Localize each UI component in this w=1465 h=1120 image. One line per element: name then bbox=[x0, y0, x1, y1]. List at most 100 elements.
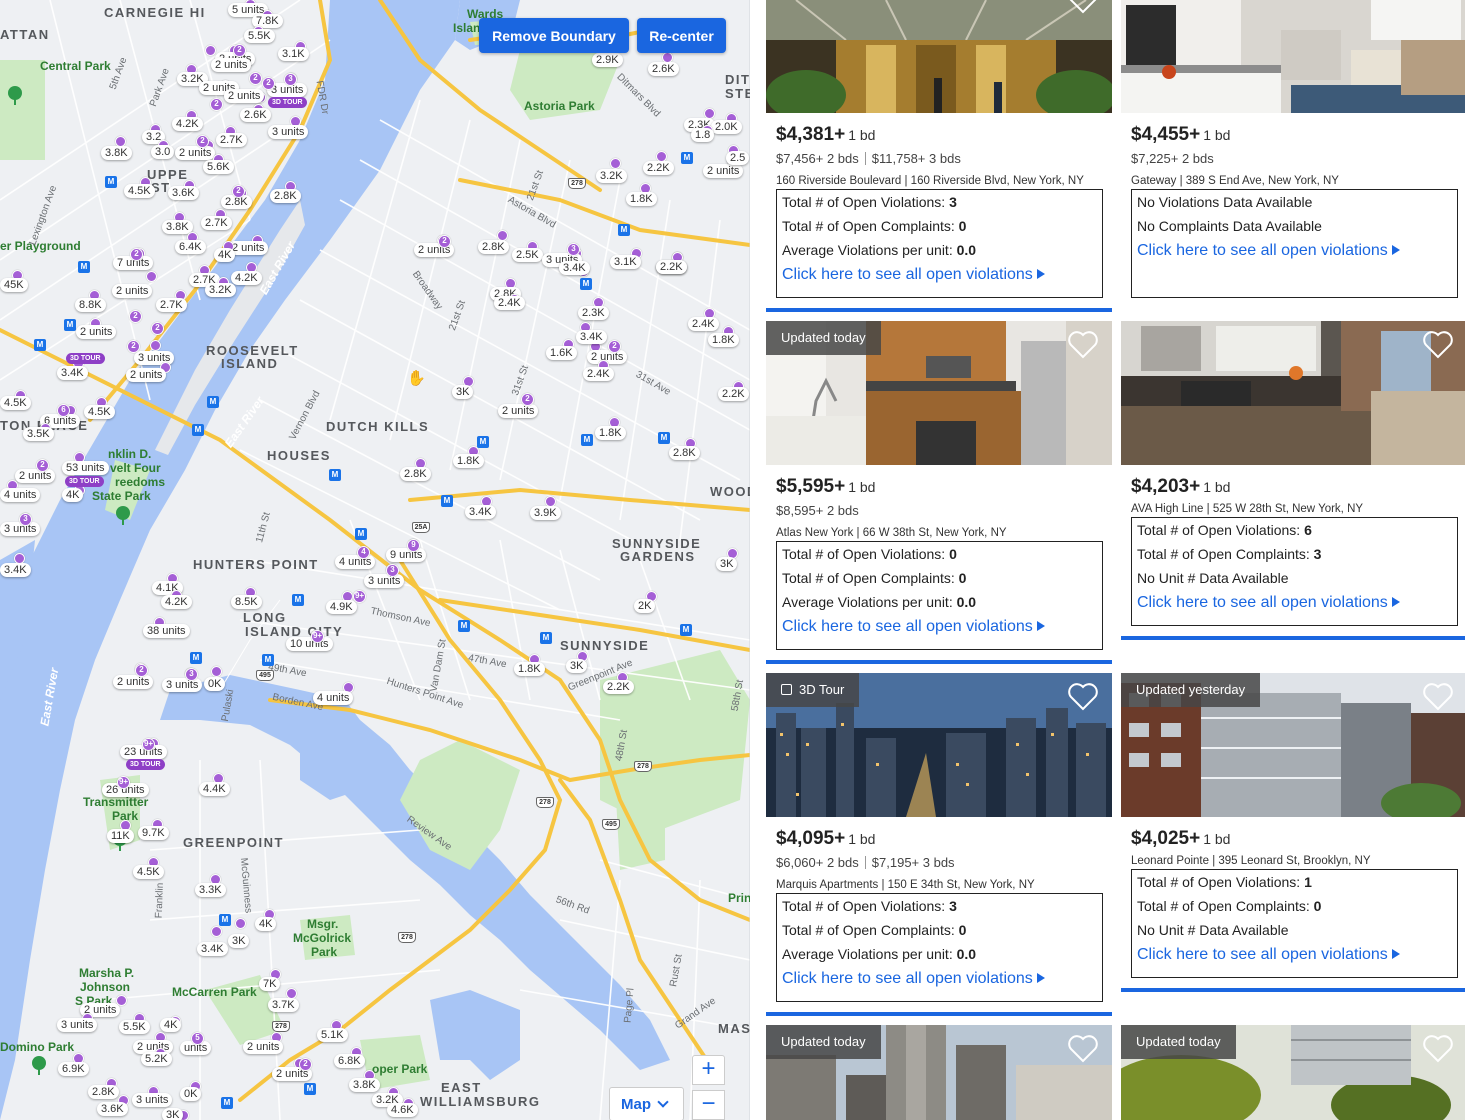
listing-marker-label[interactable]: 0K bbox=[180, 1087, 202, 1101]
listing-pin[interactable] bbox=[146, 271, 157, 282]
cluster-pin[interactable]: 9+ bbox=[353, 590, 366, 603]
listing-marker-label[interactable]: 9.7K bbox=[138, 826, 169, 840]
listing-marker-label[interactable]: 2 units bbox=[703, 164, 744, 178]
listing-marker-label[interactable]: 3.4K bbox=[465, 505, 496, 519]
listing-marker-label[interactable]: 3.4K bbox=[559, 261, 590, 275]
listing-marker-label[interactable]: 6.8K bbox=[334, 1054, 365, 1068]
see-violations-link[interactable]: Click here to see all open violations bbox=[1137, 592, 1452, 616]
listing-address[interactable]: Leonard Pointe | 395 Leonard St, Brookly… bbox=[1131, 855, 1461, 867]
listing-marker-label[interactable]: 3.7K bbox=[268, 998, 299, 1012]
favorite-heart-icon[interactable] bbox=[1423, 1035, 1453, 1063]
listing-marker-label[interactable]: 4 units bbox=[335, 555, 376, 569]
listing-marker-label[interactable]: 4.2K bbox=[231, 271, 262, 285]
see-violations-link[interactable]: Click here to see all open violations bbox=[1137, 240, 1452, 264]
listing-card[interactable]: $4,455+ 1 bd $7,225+ 2 bds Gateway | 389 … bbox=[1121, 0, 1465, 312]
listing-photo[interactable] bbox=[1121, 321, 1465, 465]
listing-marker-label[interactable]: 2.9K bbox=[592, 53, 623, 67]
listing-marker-label[interactable]: 4.6K bbox=[387, 1103, 418, 1117]
listing-marker-label[interactable]: 2.5 bbox=[726, 151, 750, 165]
cluster-pin[interactable]: 5 bbox=[191, 1032, 204, 1045]
favorite-heart-icon[interactable] bbox=[1068, 683, 1098, 711]
listing-marker-label[interactable]: 2 units bbox=[211, 58, 252, 72]
listing-marker-label[interactable]: 3.8K bbox=[101, 146, 132, 160]
tour-badge[interactable]: 3D TOUR bbox=[65, 476, 104, 487]
cluster-pin[interactable]: 9+ bbox=[311, 630, 324, 643]
listing-marker-label[interactable]: 4.4K bbox=[199, 782, 230, 796]
listing-marker-label[interactable]: 11K bbox=[107, 829, 134, 843]
listing-marker-label[interactable]: 2.4K bbox=[583, 367, 614, 381]
cluster-pin[interactable]: 2 bbox=[438, 235, 451, 248]
see-violations-link[interactable]: Click here to see all open violations bbox=[782, 968, 1097, 992]
listing-card[interactable]: $4,381+ 1 bd $7,456+ 2 bds $11,758+ 3 bds … bbox=[766, 0, 1112, 312]
listing-marker-label[interactable]: 7K bbox=[259, 977, 281, 991]
favorite-heart-icon[interactable] bbox=[1068, 0, 1098, 14]
map-type-select[interactable]: Map bbox=[609, 1087, 684, 1120]
listing-marker-label[interactable]: 2K bbox=[634, 599, 656, 613]
favorite-heart-icon[interactable] bbox=[1423, 331, 1453, 359]
listing-marker-label[interactable]: 3.6K bbox=[168, 186, 199, 200]
see-violations-link[interactable]: Click here to see all open violations bbox=[1137, 944, 1452, 968]
listing-photo[interactable]: Updated yesterday bbox=[1121, 673, 1465, 817]
cluster-pin[interactable]: 2 bbox=[233, 44, 246, 57]
listing-marker-label[interactable]: 2 units bbox=[76, 325, 117, 339]
listing-marker-label[interactable]: 3.5K bbox=[23, 427, 54, 441]
zoom-out-button[interactable]: − bbox=[692, 1090, 725, 1120]
listing-marker-label[interactable]: 2.4K bbox=[494, 296, 525, 310]
listing-address[interactable]: 160 Riverside Boulevard | 160 Riverside … bbox=[776, 175, 1106, 187]
listing-marker-label[interactable]: 2.0K bbox=[711, 120, 742, 134]
cluster-pin[interactable]: 3 bbox=[386, 564, 399, 577]
listing-marker-label[interactable]: 2.7K bbox=[156, 298, 187, 312]
listing-marker-label[interactable]: 2.6K bbox=[240, 108, 271, 122]
listing-pin[interactable] bbox=[150, 340, 161, 351]
listing-marker-label[interactable]: 3K bbox=[452, 385, 474, 399]
listing-marker-label[interactable]: 3.8K bbox=[162, 220, 193, 234]
listing-marker-label[interactable]: 1.8K bbox=[708, 333, 739, 347]
cluster-pin[interactable]: 2 bbox=[262, 77, 275, 90]
listing-marker-label[interactable]: 3.2K bbox=[596, 169, 627, 183]
listing-photo[interactable] bbox=[766, 0, 1112, 113]
listing-marker-label[interactable]: 8.8K bbox=[75, 298, 106, 312]
cluster-pin[interactable]: 3 bbox=[284, 73, 297, 86]
cluster-pin[interactable]: 2 bbox=[210, 98, 223, 111]
listing-marker-label[interactable]: 2.8K bbox=[478, 240, 509, 254]
listing-address[interactable]: AVA High Line | 525 W 28th St, New York,… bbox=[1131, 503, 1461, 515]
listing-marker-label[interactable]: 4.5K bbox=[133, 865, 164, 879]
listing-marker-label[interactable]: 2.3K bbox=[578, 306, 609, 320]
listing-marker-label[interactable]: 3.8K bbox=[349, 1078, 380, 1092]
listing-marker-label[interactable]: 5.5K bbox=[244, 29, 275, 43]
listing-marker-label[interactable]: 3K bbox=[566, 659, 588, 673]
cluster-pin[interactable]: 2 bbox=[151, 322, 164, 335]
listing-marker-label[interactable]: 6.9K bbox=[58, 1062, 89, 1076]
listing-card[interactable]: Updated today bbox=[766, 1025, 1112, 1120]
listing-marker-label[interactable]: 3 units bbox=[364, 574, 405, 588]
listing-card[interactable]: Updated today $5,595+ 1 bd $8,595+ 2 bds … bbox=[766, 321, 1112, 665]
listing-pin[interactable] bbox=[205, 45, 216, 56]
cluster-pin[interactable]: 2 bbox=[135, 664, 148, 677]
listing-marker-label[interactable]: 2.2K bbox=[603, 680, 634, 694]
zoom-in-button[interactable]: + bbox=[692, 1055, 725, 1085]
listing-marker-label[interactable]: 2.8K bbox=[270, 189, 301, 203]
cluster-pin[interactable]: 6 bbox=[57, 404, 70, 417]
map-panel[interactable]: Astoria Park ROOSEVELT ISLAND DUTCH KILL… bbox=[0, 0, 750, 1120]
listing-marker-label[interactable]: 4.5K bbox=[84, 405, 115, 419]
favorite-heart-icon[interactable] bbox=[1068, 1035, 1098, 1063]
listing-marker-label[interactable]: 2.7K bbox=[216, 133, 247, 147]
tour-badge[interactable]: 3D TOUR bbox=[268, 97, 307, 108]
listing-marker-label[interactable]: 2.8K bbox=[88, 1085, 119, 1099]
cluster-pin[interactable]: 3 bbox=[19, 513, 32, 526]
listing-marker-label[interactable]: 4.9K bbox=[326, 600, 357, 614]
cluster-pin[interactable]: 2 bbox=[249, 72, 262, 85]
listing-photo[interactable]: Updated today bbox=[1121, 1025, 1465, 1120]
cluster-pin[interactable]: 9+ bbox=[142, 738, 155, 751]
listing-card[interactable]: 3D Tour $4,095+ 1 bd $6,060+ 2 bds $7,195+… bbox=[766, 673, 1112, 1017]
listing-marker-label[interactable]: 2.2K bbox=[643, 161, 674, 175]
listing-marker-label[interactable]: 3.6K bbox=[97, 1102, 128, 1116]
cluster-pin[interactable]: 2 bbox=[608, 340, 621, 353]
cluster-pin[interactable]: 9+ bbox=[117, 776, 130, 789]
listing-marker-label[interactable]: 1.8K bbox=[595, 426, 626, 440]
cluster-pin[interactable]: 2 bbox=[130, 248, 143, 261]
listing-marker-label[interactable]: 4.2K bbox=[161, 595, 192, 609]
listing-pin[interactable] bbox=[211, 926, 222, 937]
listing-marker-label[interactable]: 3.4K bbox=[576, 330, 607, 344]
listing-marker-label[interactable]: 4 units bbox=[313, 691, 354, 705]
